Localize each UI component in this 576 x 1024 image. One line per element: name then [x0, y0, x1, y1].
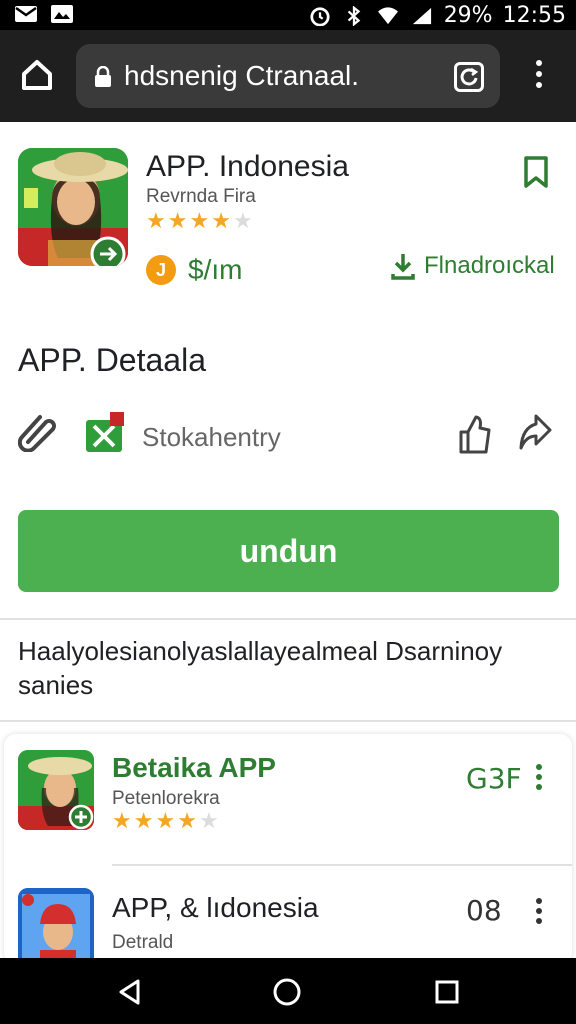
item-menu-button[interactable]: [534, 764, 544, 792]
update-badge-icon: [90, 236, 126, 266]
app-title: APP. Indonesia: [146, 150, 349, 183]
star-icon: ★: [189, 208, 210, 233]
details-row: Stokahentry: [18, 408, 558, 464]
bluetooth-icon: [347, 5, 360, 26]
bookmark-icon[interactable]: [522, 156, 550, 188]
wifi-icon: [377, 6, 398, 24]
star-icon: ★: [146, 208, 166, 233]
coin-icon: J: [146, 255, 176, 285]
item-menu-button[interactable]: [534, 898, 544, 926]
download-icon: [391, 254, 415, 280]
battery-percent: 29%: [443, 3, 493, 28]
rating-stars: ★ ★ ★ ★ ★: [146, 210, 253, 232]
home-button-icon[interactable]: [272, 977, 302, 1007]
price-row: J $/ım: [146, 254, 242, 286]
star-icon: ★: [177, 808, 197, 833]
similar-app-icon[interactable]: [18, 888, 94, 964]
browser-toolbar: hdsnenig Ctranaal.: [0, 30, 576, 122]
reload-icon: [460, 67, 479, 86]
similar-apps-card: Betaika APP Petenlorekra ★ ★ ★ ★ ★ G3F A…: [4, 734, 572, 964]
similar-app-icon[interactable]: [18, 750, 94, 830]
star-icon: ★: [211, 208, 231, 233]
paperclip-icon[interactable]: [18, 412, 58, 452]
star-icon: ★: [133, 808, 154, 833]
add-badge-icon: [68, 804, 94, 830]
star-icon: ★: [232, 208, 253, 233]
tab-switcher-button[interactable]: [454, 62, 484, 92]
star-icon: ★: [112, 808, 132, 833]
divider: [0, 618, 576, 620]
category-icon: [86, 412, 124, 452]
download-link[interactable]: Flnadroıckal: [390, 252, 555, 280]
mail-icon: [15, 6, 37, 22]
similar-app-developer: Petenlorekra: [112, 788, 220, 809]
share-icon[interactable]: [518, 412, 552, 452]
url-text: hdsnenig Ctranaal.: [124, 60, 360, 91]
signal-icon: [412, 7, 431, 24]
developer-name[interactable]: Revrnda Fira: [146, 186, 256, 208]
home-icon[interactable]: [20, 58, 54, 92]
thumbs-up-icon[interactable]: [458, 414, 492, 454]
alarm-icon: [310, 6, 330, 26]
recents-icon[interactable]: [434, 979, 460, 1005]
app-price: $/ım: [188, 254, 243, 285]
status-bar: 29% 12:55: [0, 0, 576, 30]
gallery-icon: [51, 5, 73, 23]
download-label: Flnadroıckal: [424, 252, 555, 279]
system-nav-bar: [0, 958, 576, 1024]
app-description: Haalyolesianolyaslallayealmeal Dsarninoy…: [18, 636, 503, 700]
install-button[interactable]: undun: [18, 510, 559, 592]
category-label: Stokahentry: [142, 422, 281, 452]
similar-app-rating: ★ ★ ★ ★ ★: [112, 810, 219, 832]
similar-app-meta: G3F: [466, 762, 522, 795]
back-icon[interactable]: [116, 978, 144, 1006]
star-icon: ★: [167, 208, 188, 233]
similar-app-title[interactable]: APP, & lıdonesia: [112, 892, 319, 924]
address-bar[interactable]: hdsnenig Ctranaal.: [76, 44, 500, 108]
clock: 12:55: [502, 3, 566, 28]
lock-icon: [95, 66, 111, 87]
divider: [0, 720, 576, 722]
overflow-menu-button[interactable]: [532, 60, 546, 94]
app-icon[interactable]: [18, 148, 128, 266]
similar-app-developer: Detrald: [112, 932, 174, 953]
star-icon: ★: [155, 808, 176, 833]
divider: [112, 864, 572, 866]
similar-app-meta: 08: [466, 894, 502, 927]
similar-app-title[interactable]: Betaika APP: [112, 752, 276, 784]
details-title: APP. Detaala: [18, 342, 206, 378]
star-icon: ★: [198, 808, 219, 833]
